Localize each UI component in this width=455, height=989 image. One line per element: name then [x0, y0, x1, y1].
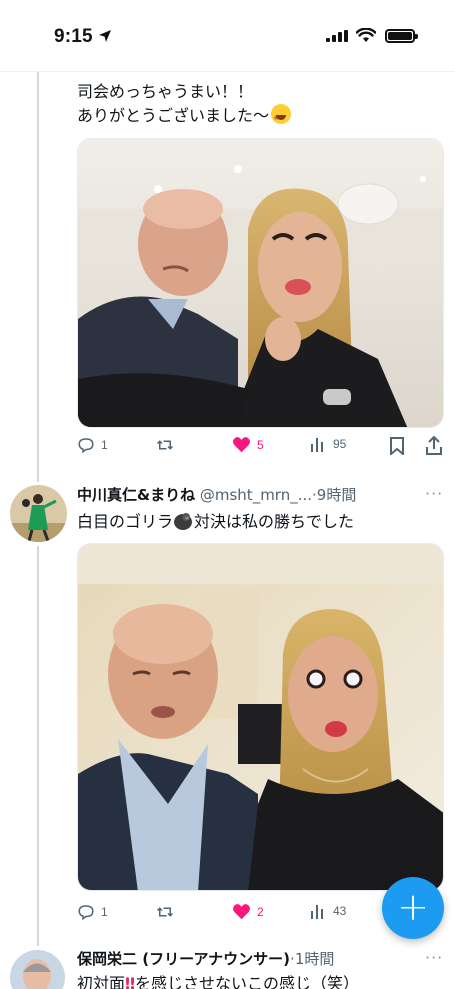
tweet-text-part: 対決は私の勝ちでした [194, 512, 355, 531]
thread-line [37, 546, 39, 946]
cellular-signal-icon [326, 30, 348, 42]
reply-button[interactable]: 1 [77, 436, 108, 454]
location-arrow-icon [99, 30, 111, 42]
tweet-action-bar: 1 5 95 [77, 436, 444, 460]
heart-icon [233, 904, 250, 920]
view-count: 43 [333, 904, 347, 918]
photo-two-people-selfie [78, 139, 443, 427]
like-button[interactable]: 5 [232, 436, 264, 453]
more-options-icon[interactable]: ··· [425, 484, 443, 503]
avatar[interactable] [10, 950, 65, 989]
bookmark-icon[interactable] [389, 437, 405, 455]
double-exclamation-emoji-icon: ‼ [125, 974, 136, 989]
tweet-text-line: 司会めっちゃうまい！！ [77, 82, 254, 101]
tweet-time[interactable]: ·1時間 [290, 950, 334, 968]
views-button[interactable]: 43 [310, 903, 346, 919]
tweet-header: 保岡栄二 (フリーアナウンサー)·1時間 [77, 949, 334, 969]
thread-line [37, 72, 39, 482]
retweet-button[interactable] [155, 436, 175, 454]
tweet-text: 白目のゴリラ 対決は私の勝ちでした [77, 510, 354, 534]
plus-icon: + [397, 884, 429, 929]
status-bar: 9:15 [0, 0, 455, 72]
tweet-text: 初対面‼を感じさせないこの感じ（笑） [77, 972, 359, 989]
avatar[interactable] [10, 485, 67, 542]
tweet-text-part: 白目のゴリラ [77, 512, 174, 531]
views-chart-icon [311, 438, 323, 452]
avatar-man-image [10, 950, 65, 989]
retweet-button[interactable] [155, 903, 175, 921]
reply-icon [78, 905, 94, 921]
like-count: 5 [257, 437, 264, 452]
heart-icon [233, 437, 250, 453]
retweet-icon [156, 440, 174, 450]
wifi-icon [356, 28, 376, 42]
share-icon[interactable] [426, 436, 442, 455]
reply-count: 1 [101, 438, 108, 452]
retweet-icon [156, 907, 174, 917]
tweet-text-part: 初対面 [77, 974, 126, 989]
photo-two-people-funny-faces [78, 544, 443, 890]
view-count: 95 [333, 437, 347, 451]
tweet-time[interactable]: ·9時間 [312, 486, 356, 504]
tweet-photo[interactable] [77, 138, 444, 428]
tweet-text-part: を感じさせないこの感じ（笑） [135, 974, 360, 989]
reply-button[interactable]: 1 [77, 903, 108, 921]
battery-icon [385, 29, 418, 43]
star-struck-emoji-icon [271, 104, 292, 130]
like-count: 2 [257, 904, 264, 919]
like-button[interactable]: 2 [232, 903, 264, 920]
author-name[interactable]: 中川真仁&まりね [77, 486, 195, 504]
views-chart-icon [311, 905, 323, 919]
gorilla-emoji-icon [174, 513, 193, 530]
reply-count: 1 [101, 905, 108, 919]
avatar-dancers-image [10, 485, 67, 542]
more-options-icon[interactable]: ··· [425, 948, 443, 967]
status-time: 9:15 [54, 26, 93, 47]
tweet-text-line: ありがとうございました〜 [77, 106, 270, 125]
views-button[interactable]: 95 [310, 436, 346, 452]
author-handle[interactable]: @msht_mrn_... [200, 486, 312, 504]
compose-tweet-button[interactable]: + [382, 877, 444, 939]
author-name[interactable]: 保岡栄二 (フリーアナウンサー) [77, 950, 290, 968]
reply-icon [78, 438, 94, 454]
tweet-photo[interactable] [77, 543, 444, 891]
tweet-text: 司会めっちゃうまい！！ ありがとうございました〜 [77, 80, 292, 130]
tweet-header: 中川真仁&まりね @msht_mrn_...·9時間 [77, 485, 356, 505]
